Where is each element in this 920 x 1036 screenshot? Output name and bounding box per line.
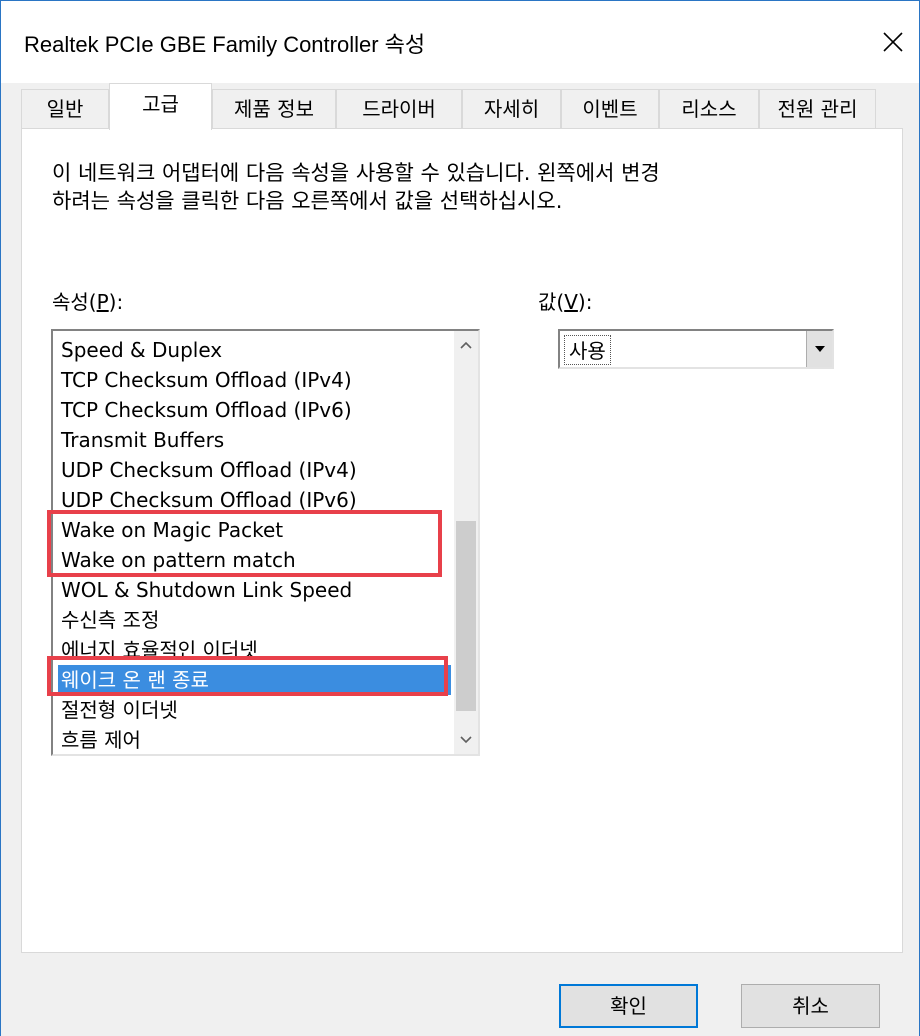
- scroll-down-button[interactable]: [454, 726, 478, 754]
- chevron-up-icon: [460, 341, 472, 349]
- list-item[interactable]: 수신측 조정: [58, 605, 451, 635]
- vertical-scrollbar[interactable]: [454, 331, 478, 754]
- tab-advanced[interactable]: 고급: [109, 83, 212, 130]
- description-line-1: 이 네트워크 어댑터에 다음 속성을 사용할 수 있습니다. 왼쪽에서 변경: [52, 161, 660, 185]
- scroll-thumb[interactable]: [456, 521, 476, 711]
- list-item[interactable]: 에너지 효율적인 이더넷: [58, 635, 451, 665]
- title-bar: Realtek PCIe GBE Family Controller 속성: [1, 1, 919, 83]
- value-label-mnemonic: V: [564, 290, 578, 314]
- window-title: Realtek PCIe GBE Family Controller 속성: [24, 32, 426, 57]
- scroll-up-button[interactable]: [454, 331, 478, 359]
- dropdown-arrow-button[interactable]: [806, 331, 832, 367]
- value-label: 값(V):: [538, 286, 592, 315]
- property-label-suffix: ):: [108, 290, 124, 314]
- description-line-2: 하려는 속성을 클릭한 다음 오른쪽에서 값을 선택하십시오.: [52, 189, 563, 213]
- tab-driver[interactable]: 드라이버: [336, 89, 462, 129]
- property-label-prefix: 속성(: [52, 290, 97, 314]
- property-listbox[interactable]: Speed & Duplex TCP Checksum Offload (IPv…: [51, 329, 480, 756]
- tab-product-info[interactable]: 제품 정보: [212, 89, 336, 129]
- advanced-tab-panel: 이 네트워크 어댑터에 다음 속성을 사용할 수 있습니다. 왼쪽에서 변경 하…: [21, 128, 903, 953]
- list-item[interactable]: UDP Checksum Offload (IPv6): [58, 485, 451, 515]
- tab-strip: 일반 고급 제품 정보 드라이버 자세히 이벤트 리소스 전원 관리: [21, 83, 901, 130]
- value-dropdown-selected: 사용: [564, 335, 611, 365]
- list-item[interactable]: Transmit Buffers: [58, 425, 451, 455]
- value-label-suffix: ):: [577, 290, 593, 314]
- tab-events[interactable]: 이벤트: [561, 89, 659, 129]
- value-dropdown[interactable]: 사용: [558, 329, 834, 369]
- tab-details[interactable]: 자세히: [462, 89, 561, 129]
- list-item[interactable]: Wake on pattern match: [58, 545, 451, 575]
- list-item[interactable]: 흐름 제어: [58, 725, 451, 755]
- list-item[interactable]: UDP Checksum Offload (IPv4): [58, 455, 451, 485]
- list-item[interactable]: Speed & Duplex: [58, 335, 451, 365]
- property-label: 속성(P):: [52, 286, 123, 315]
- close-icon: [883, 32, 903, 52]
- list-item[interactable]: 절전형 이더넷: [58, 695, 451, 725]
- list-item[interactable]: Wake on Magic Packet: [58, 515, 451, 545]
- cancel-button[interactable]: 취소: [741, 984, 880, 1028]
- list-item[interactable]: TCP Checksum Offload (IPv6): [58, 395, 451, 425]
- description-text: 이 네트워크 어댑터에 다음 속성을 사용할 수 있습니다. 왼쪽에서 변경 하…: [52, 159, 872, 215]
- list-item[interactable]: TCP Checksum Offload (IPv4): [58, 365, 451, 395]
- tab-power-management[interactable]: 전원 관리: [759, 89, 876, 129]
- property-label-mnemonic: P: [96, 290, 109, 314]
- list-item-selected[interactable]: 웨이크 온 랜 종료: [58, 665, 451, 695]
- value-label-prefix: 값(: [538, 290, 565, 314]
- list-item[interactable]: WOL & Shutdown Link Speed: [58, 575, 451, 605]
- chevron-down-icon: [460, 736, 472, 744]
- tab-resources[interactable]: 리소스: [659, 89, 759, 129]
- close-button[interactable]: [867, 1, 919, 83]
- ok-button[interactable]: 확인: [559, 984, 698, 1028]
- property-list: Speed & Duplex TCP Checksum Offload (IPv…: [58, 335, 451, 755]
- tab-general[interactable]: 일반: [21, 89, 109, 129]
- triangle-down-icon: [814, 346, 825, 352]
- properties-dialog: Realtek PCIe GBE Family Controller 속성 일반…: [0, 0, 920, 1036]
